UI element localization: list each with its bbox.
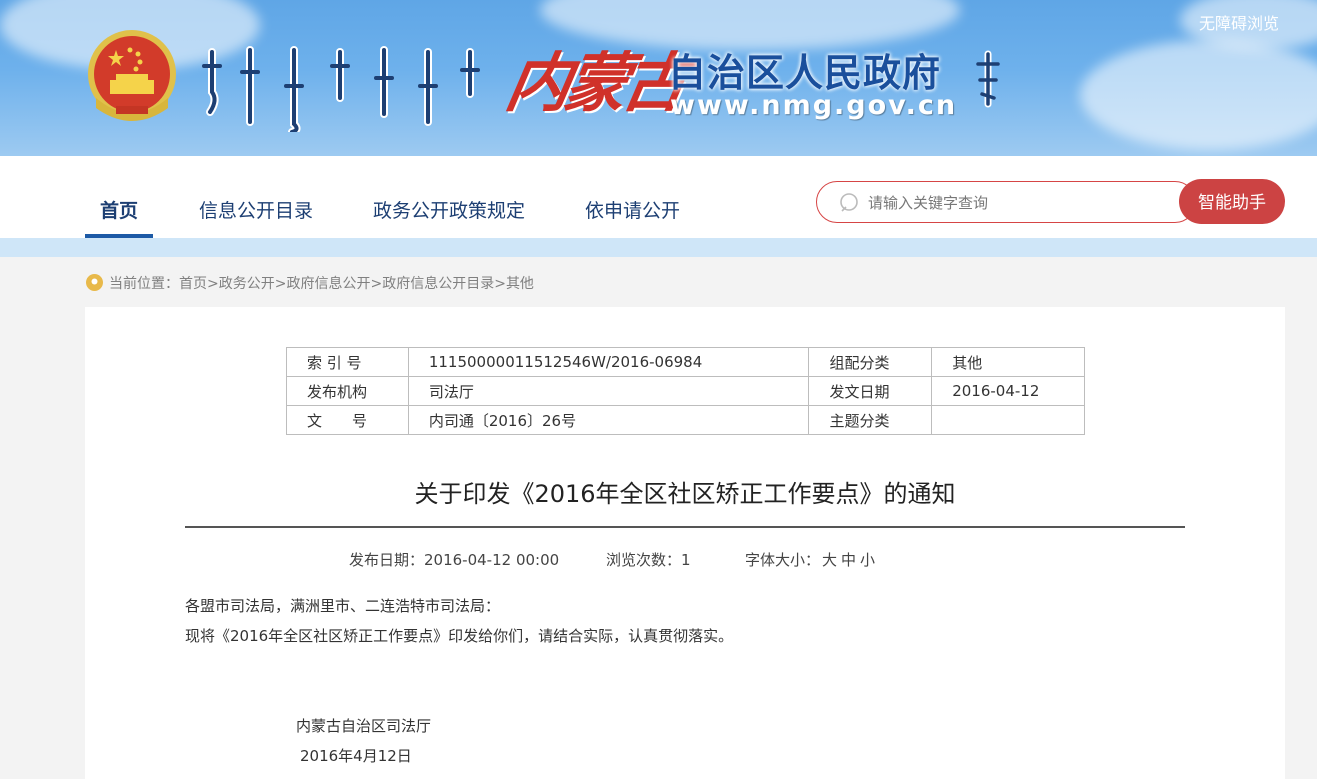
location-pin-icon <box>86 274 103 291</box>
nav-item-home[interactable]: 首页 <box>100 196 138 223</box>
meta-value: 司法厅 <box>407 376 810 406</box>
nav-item-policy[interactable]: 政务公开政策规定 <box>373 196 525 223</box>
site-url: www.nmg.gov.cn <box>670 90 958 121</box>
table-row: 索 引 号 11150000011512546W/2016-06984 组配分类… <box>286 347 1085 377</box>
banner-cloud <box>1080 40 1317 150</box>
meta-key: 组配分类 <box>808 347 933 377</box>
breadcrumb-item-gov-info[interactable]: 政府信息公开 <box>286 276 370 292</box>
meta-value: 内司通〔2016〕26号 <box>407 405 810 435</box>
national-emblem-icon <box>88 30 176 121</box>
title-divider <box>185 526 1185 528</box>
breadcrumb-prefix: 当前位置： <box>109 276 179 292</box>
font-size-control: 字体大小：大中小 <box>745 549 877 570</box>
search-icon <box>840 193 858 212</box>
breadcrumb-separator: > <box>207 276 219 292</box>
font-size-label: 字体大小： <box>745 551 821 569</box>
font-size-medium-button[interactable]: 中 <box>841 551 856 569</box>
meta-key: 索 引 号 <box>286 347 409 377</box>
meta-value: 其他 <box>931 347 1085 377</box>
breadcrumb-separator: > <box>494 276 506 292</box>
nav-item-info-catalog[interactable]: 信息公开目录 <box>199 196 313 223</box>
meta-value: 2016-04-12 <box>931 376 1085 406</box>
font-size-large-button[interactable]: 大 <box>822 551 837 569</box>
decorative-strip <box>0 238 1317 257</box>
breadcrumb-separator: > <box>370 276 383 292</box>
nav-item-apply-disclosure[interactable]: 依申请公开 <box>585 196 680 223</box>
smart-assistant-button[interactable]: 智能助手 <box>1179 179 1285 224</box>
publish-date: 发布日期：2016-04-12 00:00 <box>349 551 560 569</box>
meta-key: 发文日期 <box>808 376 933 406</box>
meta-key: 文 号 <box>286 405 409 435</box>
meta-value <box>931 405 1085 435</box>
view-count: 浏览次数：1 <box>606 551 691 569</box>
search-input[interactable] <box>866 188 1170 218</box>
breadcrumb-separator: > <box>274 276 287 292</box>
inner-mongolia-calligraphy-logo: 内蒙古 <box>500 46 688 121</box>
meta-key: 发布机构 <box>286 376 409 406</box>
article-paragraph: 现将《2016年全区社区矫正工作要点》印发给你们，请结合实际，认真贯彻落实。 <box>185 627 734 645</box>
table-row: 发布机构 司法厅 发文日期 2016-04-12 <box>286 376 1085 406</box>
breadcrumb: 当前位置：首页>政务公开>政府信息公开>政府信息公开目录>其他 <box>109 273 534 293</box>
breadcrumb-item-info-catalog[interactable]: 政府信息公开目录 <box>382 276 494 292</box>
breadcrumb-item-gov-affairs[interactable]: 政务公开 <box>219 276 275 292</box>
article-sign-date: 2016年4月12日 <box>300 747 412 765</box>
breadcrumb-item-home[interactable]: 首页 <box>179 276 207 292</box>
font-size-small-button[interactable]: 小 <box>860 551 875 569</box>
breadcrumb-item-other[interactable]: 其他 <box>506 276 534 292</box>
article-paragraph: 各盟市司法局，满洲里市、二连浩特市司法局： <box>185 597 501 615</box>
article-title: 关于印发《2016年全区社区矫正工作要点》的通知 <box>414 480 956 508</box>
mongolian-script-mark <box>976 50 1000 108</box>
site-title: 自治区人民政府 <box>668 51 942 95</box>
document-meta-table: 索 引 号 11150000011512546W/2016-06984 组配分类… <box>286 347 1085 435</box>
mongolian-script-logo <box>202 46 480 132</box>
table-row: 文 号 内司通〔2016〕26号 主题分类 <box>286 405 1085 435</box>
meta-value: 11150000011512546W/2016-06984 <box>407 347 810 377</box>
meta-key: 主题分类 <box>808 405 933 435</box>
article-signature: 内蒙古自治区司法厅 <box>296 717 432 735</box>
accessibility-link[interactable]: 无障碍浏览 <box>1199 10 1279 34</box>
